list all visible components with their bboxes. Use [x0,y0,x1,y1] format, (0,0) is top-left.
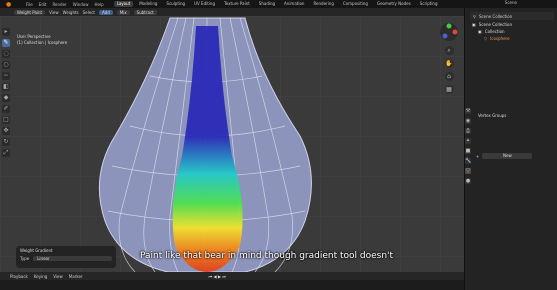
menu-window[interactable]: Window [73,2,89,7]
menu-help[interactable]: Help [94,2,103,7]
mesh-object[interactable] [0,16,464,272]
tool-properties-icon[interactable]: ⚒ [465,108,471,114]
weight-gradient-panel: Weight Gradient Type Linear [16,246,116,268]
type-dropdown[interactable]: Linear [33,256,112,261]
tab-layout[interactable]: Layout [113,1,134,7]
tab-sculpting[interactable]: Sculpting [163,1,188,7]
object-info-label: (1) Collection | Icosphere [17,40,68,45]
tool-shelf: ▸ ✎ ◌ ○ ~ ◧ ◆ ✐ □ ✥ ↻ ⤢ [2,28,11,218]
new-button[interactable]: New [482,153,533,159]
main-menu: File Edit Render Window Help [26,2,104,7]
blur-brush-icon[interactable]: ◌ [2,50,10,58]
outliner-row-collection[interactable]: ▣ Collection [478,29,505,35]
outliner-row-icosphere[interactable]: ▽ Icosphere [484,36,510,42]
timeline-header: Playback Keying View Marker ⏮ ◀ ▶ ⏭ [0,272,464,280]
vertex-groups-title: Vertex Groups [478,113,507,118]
play-controls-icon[interactable]: ⏮ ◀ ▶ ⏭ [209,274,226,279]
new-vertex-group-row: + New [476,153,533,159]
scene-properties-icon[interactable]: ✦ [465,138,471,144]
select-box-icon[interactable]: □ [2,116,10,124]
outliner-filter-icon[interactable]: ⚲ [473,14,476,19]
outliner-row-scene-collection[interactable]: ▣ Scene Collection [472,22,512,28]
mesh-icon: ▽ [484,36,488,41]
menu-edit[interactable]: Edit [39,2,47,7]
collection-icon: ▣ [478,29,482,34]
scale-tool-icon[interactable]: ⤢ [2,149,10,157]
top-menu-bar: ● File Edit Render Window Help Layout Mo… [0,0,557,8]
panel-title[interactable]: Weight Gradient [20,248,112,253]
plus-icon[interactable]: + [476,154,479,159]
scene-selector[interactable]: Scene [505,0,517,5]
blender-logo-icon[interactable]: ● [6,1,11,8]
viewport-header: Weight Paint View Weights Select Add Mix… [0,8,470,16]
tab-scripting[interactable]: Scripting [417,1,441,7]
smear-brush-icon[interactable]: ~ [2,72,10,80]
object-properties-icon[interactable]: ■ [465,148,471,154]
axis-gizmo-icon[interactable] [439,22,459,42]
modifier-properties-icon[interactable]: 🔧 [465,158,471,164]
right-editor-panel [464,8,557,290]
render-properties-icon[interactable]: ◉ [465,118,471,124]
3d-viewport[interactable]: User Perspective (1) Collection | Icosph… [0,16,464,272]
blend-mix-button[interactable]: Mix [116,9,130,15]
video-subtitle: Paint like that bear in mind though grad… [140,251,394,261]
mode-dropdown[interactable]: Weight Paint [14,9,46,15]
tab-geometry-nodes[interactable]: Geometry Nodes [374,1,414,7]
viewport-info: User Perspective (1) Collection | Icosph… [17,34,67,46]
blend-add-button[interactable]: Add [98,9,113,15]
menu-weights[interactable]: Weights [63,10,79,15]
timeline-keying[interactable]: Keying [34,274,47,279]
gradient-tool-icon[interactable]: ◧ [2,83,10,91]
timeline-marker[interactable]: Marker [69,274,83,279]
outliner-header-label: Scene Collection [478,13,513,19]
outliner-item-label: Scene Collection [478,22,513,27]
collection-icon: ▣ [472,22,476,27]
tab-rendering[interactable]: Rendering [310,1,336,7]
timeline-view[interactable]: View [53,274,63,279]
draw-brush-icon[interactable]: ✎ [2,39,10,47]
sample-weight-icon[interactable]: ◆ [2,94,10,102]
tab-compositing[interactable]: Compositing [340,1,371,7]
menu-view[interactable]: View [49,10,59,15]
timeline-playback[interactable]: Playback [10,274,28,279]
rotate-tool-icon[interactable]: ↻ [2,138,10,146]
tab-modeling[interactable]: Modeling [136,1,160,7]
type-label: Type [20,256,30,261]
move-tool-icon[interactable]: ✥ [2,127,10,135]
tab-animation[interactable]: Animation [281,1,307,7]
annotate-tool-icon[interactable]: ✐ [2,105,10,113]
cursor-tool-icon[interactable]: ▸ [2,28,10,36]
workspace-tabs: Layout Modeling Sculpting UV Editing Tex… [113,1,441,7]
pan-hand-icon[interactable]: ✋ [444,59,454,68]
menu-render[interactable]: Render [52,2,66,7]
outliner-header: ⚲ Scene Collection [470,12,554,20]
outliner-item-label: Icosphere [490,36,510,41]
type-row: Type Linear [20,256,112,261]
navigation-gizmo: ⌕ ✋ ⌂ ▦ [438,22,460,94]
menu-file[interactable]: File [26,2,33,7]
tab-texture-paint[interactable]: Texture Paint [221,1,253,7]
tab-shading[interactable]: Shading [256,1,278,7]
properties-tabs: ⚒ ◉ ⎙ ✦ ■ 🔧 ▽ ● [465,108,473,184]
zoom-icon[interactable]: ⌕ [444,46,454,55]
camera-view-icon[interactable]: ⌂ [444,72,454,81]
outliner-item-label: Collection [484,29,505,34]
output-properties-icon[interactable]: ⎙ [465,128,471,134]
blend-subtract-button[interactable]: Subtract [133,9,157,15]
perspective-toggle-icon[interactable]: ▦ [444,85,454,94]
average-brush-icon[interactable]: ○ [2,61,10,69]
data-properties-icon[interactable]: ▽ [465,168,471,174]
timeline-area[interactable] [0,280,464,290]
menu-select[interactable]: Select [83,10,95,15]
material-properties-icon[interactable]: ● [465,178,471,184]
tab-uv-editing[interactable]: UV Editing [191,1,218,7]
